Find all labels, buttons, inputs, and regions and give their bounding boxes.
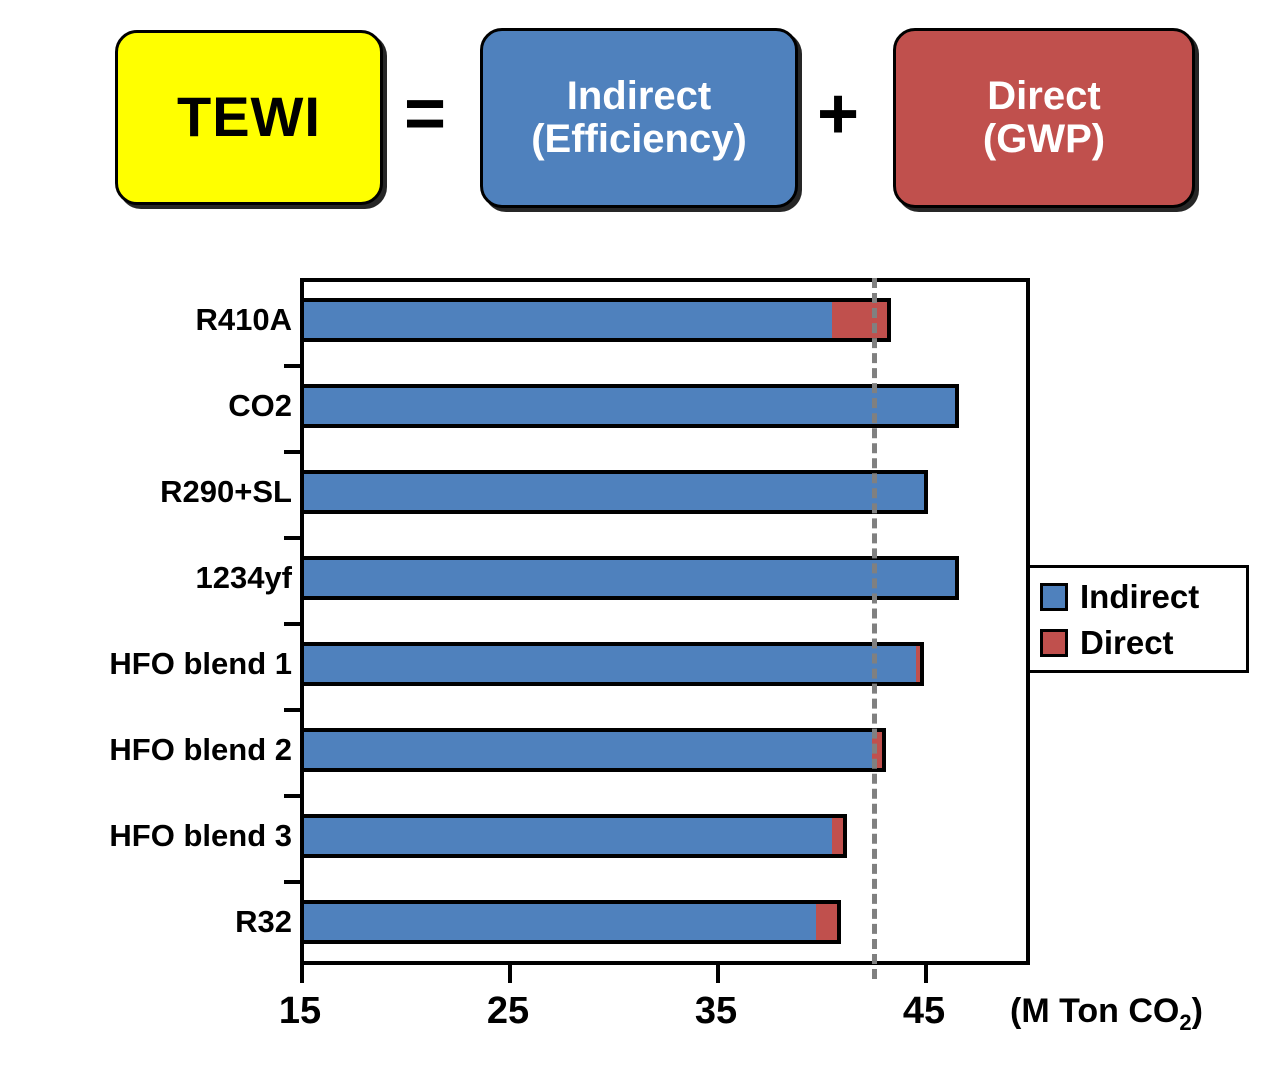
category-label: CO2 bbox=[228, 388, 292, 423]
category-label: R32 bbox=[235, 904, 292, 939]
legend-label-indirect: Indirect bbox=[1080, 578, 1200, 615]
legend-swatch-indirect bbox=[1040, 583, 1068, 611]
legend-item-direct[interactable]: Direct bbox=[1040, 620, 1238, 666]
category-tick bbox=[284, 794, 300, 798]
category-label: HFO blend 2 bbox=[109, 732, 292, 767]
value-tick bbox=[508, 965, 512, 983]
category-tick bbox=[284, 880, 300, 884]
value-tick bbox=[716, 965, 720, 983]
bar-segment-direct[interactable] bbox=[832, 298, 891, 342]
value-tick bbox=[300, 965, 304, 983]
category-label: R290+SL bbox=[160, 474, 292, 509]
bar-segment-direct[interactable] bbox=[815, 900, 841, 944]
bar-segment-direct[interactable] bbox=[832, 814, 847, 858]
chart-legend: Indirect Direct bbox=[1027, 565, 1249, 673]
value-tick-label: 35 bbox=[694, 990, 738, 1032]
category-tick bbox=[284, 536, 300, 540]
bar-segment-indirect[interactable] bbox=[300, 384, 960, 428]
category-label: R410A bbox=[195, 302, 293, 337]
category-tick bbox=[284, 708, 300, 712]
plus-sign: + bbox=[817, 74, 860, 154]
value-tick-label: 25 bbox=[486, 990, 530, 1032]
value-tick-label: 45 bbox=[902, 990, 946, 1032]
direct-box: Direct (GWP) bbox=[893, 28, 1195, 208]
legend-swatch-direct bbox=[1040, 629, 1068, 657]
legend-item-indirect[interactable]: Indirect bbox=[1040, 574, 1238, 620]
indirect-box-label-line2: (Efficiency) bbox=[531, 117, 747, 161]
direct-box-label-line2: (GWP) bbox=[982, 117, 1106, 161]
indirect-box: Indirect (Efficiency) bbox=[480, 28, 798, 208]
value-axis-unit-label: (M Ton CO2) bbox=[1010, 992, 1203, 1036]
bar-segment-indirect[interactable] bbox=[300, 298, 833, 342]
indirect-box-label-line1: Indirect bbox=[566, 73, 712, 118]
value-tick-label: 15 bbox=[278, 990, 322, 1032]
category-label: HFO blend 1 bbox=[109, 646, 292, 681]
plot-area bbox=[300, 278, 1030, 965]
tewi-box-label: TEWI bbox=[177, 85, 321, 149]
bar-segment-indirect[interactable] bbox=[300, 642, 916, 686]
bar-segment-indirect[interactable] bbox=[300, 814, 833, 858]
equals-sign: = bbox=[404, 74, 447, 154]
tewi-box: TEWI bbox=[115, 30, 383, 205]
category-tick bbox=[284, 450, 300, 454]
value-axis-unit-suffix: ) bbox=[1191, 992, 1203, 1030]
bar-segment-indirect[interactable] bbox=[300, 556, 960, 600]
direct-box-label-line1: Direct bbox=[987, 73, 1101, 118]
category-label: 1234yf bbox=[195, 560, 292, 595]
bar-segment-indirect[interactable] bbox=[300, 900, 816, 944]
tewi-equation-diagram: TEWI = Indirect (Efficiency) + Direct (G… bbox=[0, 0, 1287, 230]
value-tick bbox=[924, 965, 928, 983]
bar-segment-indirect[interactable] bbox=[300, 470, 929, 514]
category-tick bbox=[284, 364, 300, 368]
reference-line bbox=[872, 278, 877, 979]
value-axis-unit-prefix: (M Ton CO bbox=[1010, 992, 1180, 1030]
bar-segment-indirect[interactable] bbox=[300, 728, 872, 772]
category-label: HFO blend 3 bbox=[109, 818, 292, 853]
value-axis-unit-subscript: 2 bbox=[1179, 1009, 1192, 1035]
legend-label-direct: Direct bbox=[1080, 624, 1174, 661]
tewi-stacked-bar-chart: R410A CO2 R290+SL 1234yf HFO blend 1 HFO blen… bbox=[0, 230, 1287, 1068]
category-tick bbox=[284, 622, 300, 626]
bar-segment-direct[interactable] bbox=[915, 642, 924, 686]
